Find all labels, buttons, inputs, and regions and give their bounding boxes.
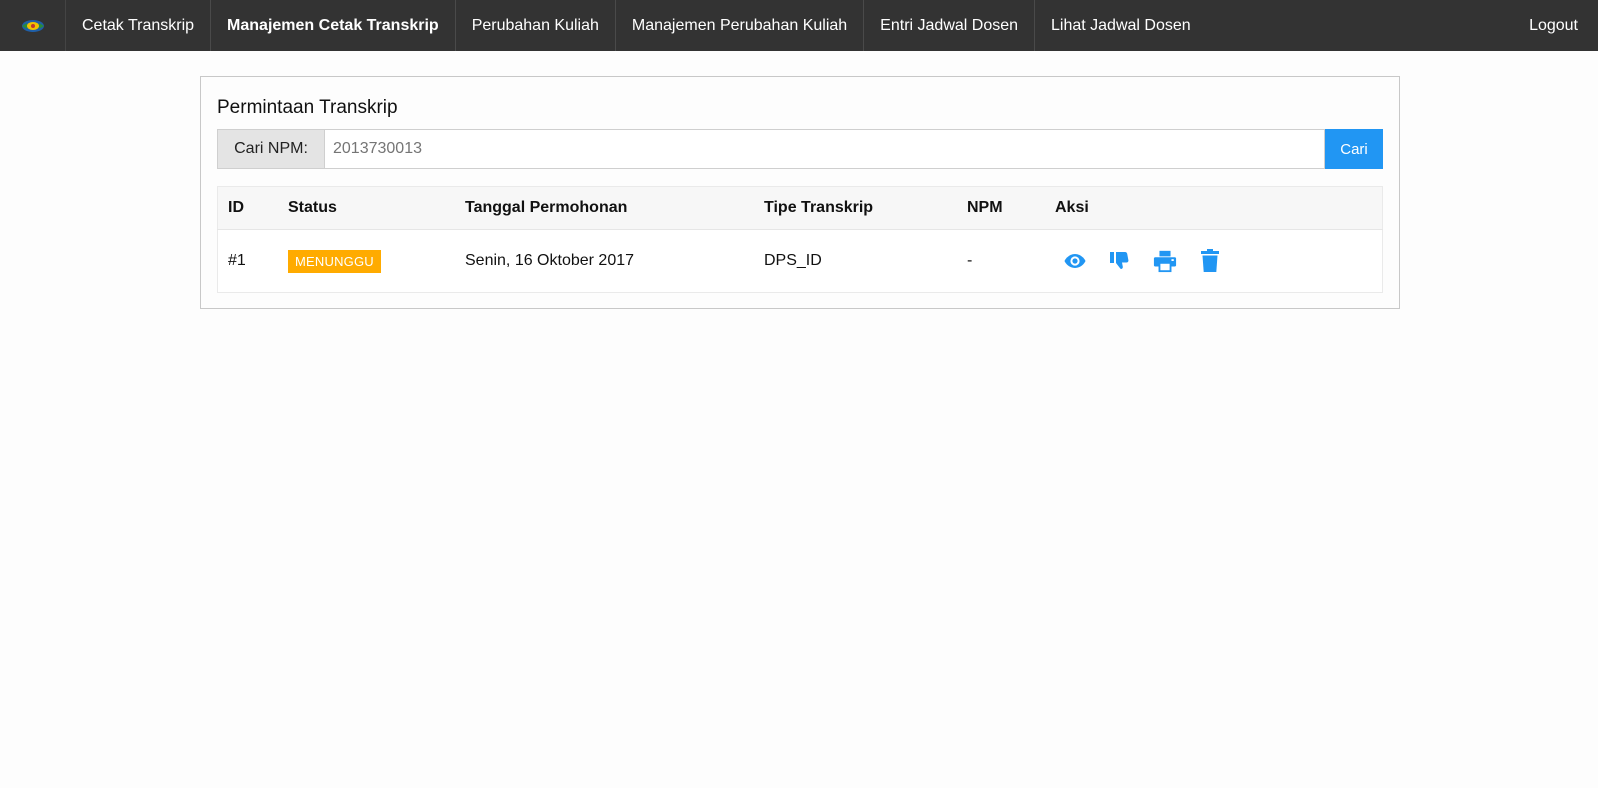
nav-lihat-jadwal-dosen[interactable]: Lihat Jadwal Dosen xyxy=(1035,0,1207,51)
top-navbar: Cetak Transkrip Manajemen Cetak Transkri… xyxy=(0,0,1598,51)
cell-id: #1 xyxy=(217,229,278,293)
table-row: #1 MENUNGGU Senin, 16 Oktober 2017 DPS_I… xyxy=(217,229,1383,293)
logout-link[interactable]: Logout xyxy=(1529,0,1578,51)
cell-npm: - xyxy=(957,229,1045,293)
cell-status: MENUNGGU xyxy=(278,229,455,293)
nav-manajemen-cetak-transkrip[interactable]: Manajemen Cetak Transkrip xyxy=(211,0,456,51)
transcript-request-card: Permintaan Transkrip Cari NPM: Cari ID S… xyxy=(200,76,1400,309)
column-header-status: Status xyxy=(278,186,455,230)
requests-table: ID Status Tanggal Permohonan Tipe Transk… xyxy=(217,186,1383,293)
nav-entri-jadwal-dosen[interactable]: Entri Jadwal Dosen xyxy=(864,0,1036,51)
npm-search-group: Cari NPM: Cari xyxy=(217,129,1383,169)
print-icon[interactable] xyxy=(1153,249,1177,273)
university-seal-icon xyxy=(21,19,44,32)
nav-cetak-transkrip[interactable]: Cetak Transkrip xyxy=(66,0,212,51)
cell-tipe: DPS_ID xyxy=(754,229,957,293)
npm-search-input[interactable] xyxy=(324,129,1325,169)
column-header-npm: NPM xyxy=(957,186,1045,230)
cell-aksi xyxy=(1045,229,1383,293)
trash-icon[interactable] xyxy=(1198,249,1222,273)
search-label: Cari NPM: xyxy=(217,129,324,169)
column-header-tanggal: Tanggal Permohonan xyxy=(455,186,754,230)
brand-logo[interactable] xyxy=(0,0,66,51)
column-header-tipe: Tipe Transkrip xyxy=(754,186,957,230)
status-badge: MENUNGGU xyxy=(288,249,381,273)
eye-icon[interactable] xyxy=(1063,249,1087,273)
table-header-row: ID Status Tanggal Permohonan Tipe Transk… xyxy=(217,186,1383,230)
column-header-id: ID xyxy=(217,186,278,230)
column-header-aksi: Aksi xyxy=(1045,186,1383,230)
nav-perubahan-kuliah[interactable]: Perubahan Kuliah xyxy=(456,0,616,51)
cell-tanggal: Senin, 16 Oktober 2017 xyxy=(455,229,754,293)
nav-manajemen-perubahan-kuliah[interactable]: Manajemen Perubahan Kuliah xyxy=(616,0,865,51)
card-title: Permintaan Transkrip xyxy=(217,97,398,118)
search-button[interactable]: Cari xyxy=(1325,129,1383,169)
row-actions xyxy=(1055,249,1372,273)
thumbs-down-icon[interactable] xyxy=(1108,249,1132,273)
